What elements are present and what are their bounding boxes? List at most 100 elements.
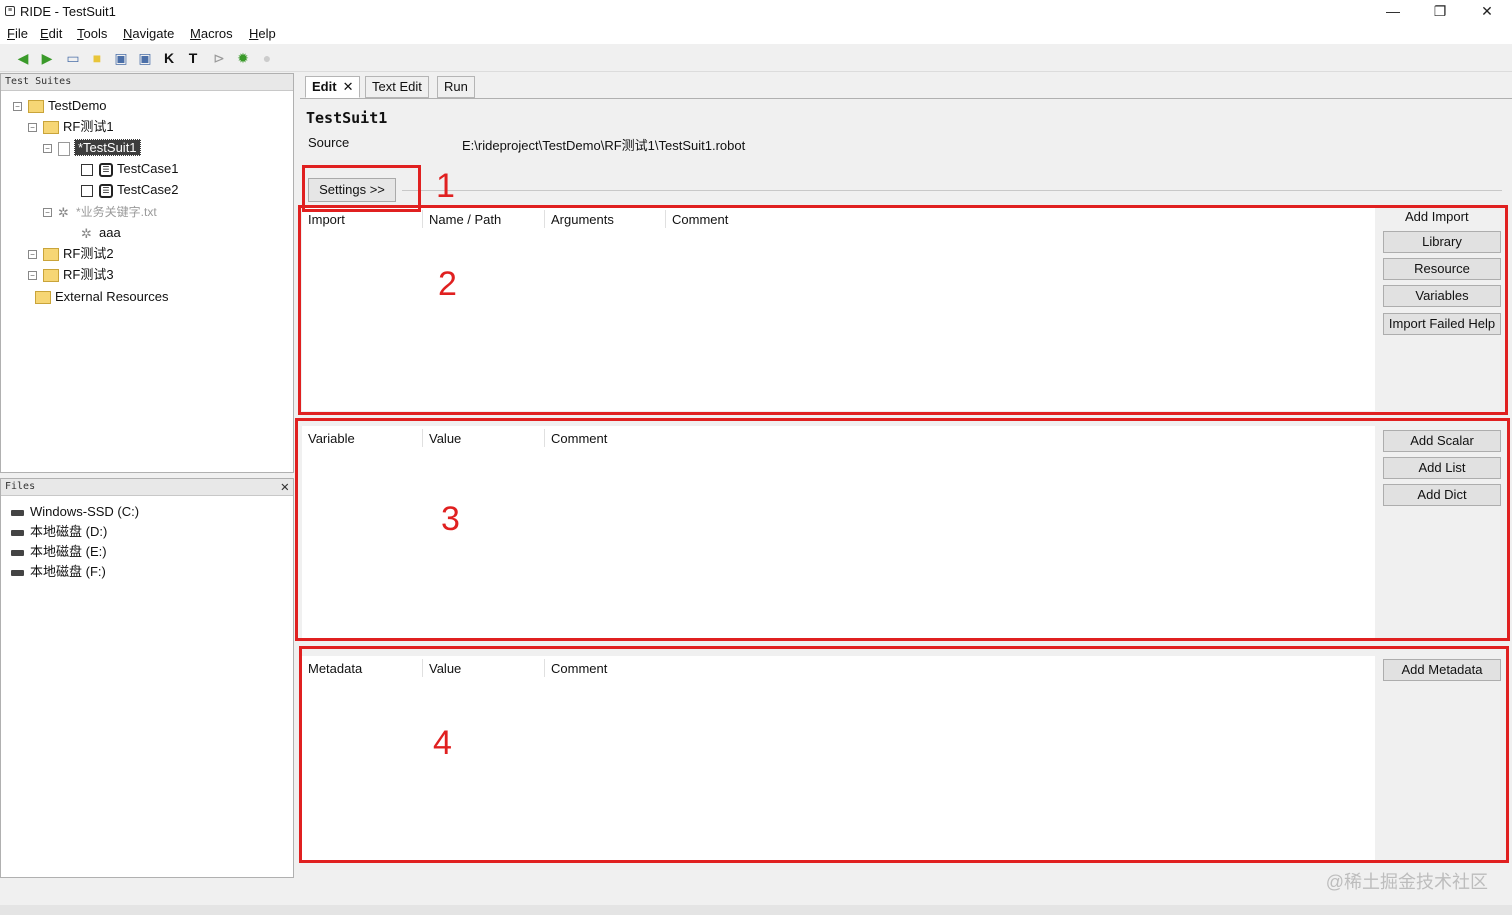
folder-icon (43, 269, 59, 283)
drive-label: 本地磁盘 (E:) (30, 544, 107, 559)
collapse-icon[interactable]: − (13, 102, 22, 112)
test-suites-header: Test Suites (1, 74, 293, 91)
drive-c[interactable]: Windows-SSD (C:) (11, 502, 139, 522)
testcase-icon: ☰ (99, 183, 113, 198)
tree-item-label: RF测试2 (63, 246, 114, 261)
suite-title: TestSuit1 (306, 109, 388, 127)
collapse-icon[interactable]: − (43, 208, 52, 218)
tree-item-label: External Resources (55, 289, 169, 304)
menu-help[interactable]: Help (249, 26, 276, 41)
drive-label: 本地磁盘 (F:) (30, 564, 106, 579)
checkbox[interactable] (81, 184, 93, 197)
tree-item-label: *业务关键字.txt (76, 205, 157, 219)
drive-icon (11, 549, 24, 556)
stop-icon[interactable]: ● (258, 49, 276, 67)
files-pane: Files ✕ Windows-SSD (C:) 本地磁盘 (D:) 本地磁盘 (… (0, 478, 294, 878)
drive-label: Windows-SSD (C:) (30, 504, 140, 519)
menu-edit[interactable]: Edit (40, 26, 62, 41)
tree-item-rf3[interactable]: − RF测试3 (28, 265, 114, 285)
open-folder-icon[interactable]: ▭ (64, 49, 82, 67)
source-label: Source (308, 135, 350, 150)
files-header: Files ✕ (1, 479, 293, 496)
annotation-box-2 (298, 205, 1508, 415)
tree-item-label: TestCase2 (117, 182, 179, 197)
minimize-icon[interactable]: — (1370, 0, 1416, 24)
drive-f[interactable]: 本地磁盘 (F:) (11, 562, 106, 582)
files-title: Files (5, 481, 36, 492)
test-search-icon[interactable]: T (184, 49, 202, 67)
tab-label: Run (444, 79, 468, 94)
collapse-icon[interactable]: − (43, 144, 52, 154)
collapse-icon[interactable]: − (28, 271, 37, 281)
close-icon[interactable]: ✕ (1464, 0, 1510, 24)
back-arrow-icon[interactable]: ◀ (14, 49, 32, 67)
close-tab-icon[interactable]: ✕ (343, 79, 354, 94)
settings-gear-icon[interactable]: ✹ (234, 49, 252, 67)
annotation-number-3: 3 (441, 500, 460, 538)
run-icon[interactable]: ⊳ (210, 49, 228, 67)
tree-item-label: TestDemo (48, 98, 107, 113)
tab-run[interactable]: Run (437, 76, 475, 98)
test-suites-pane: Test Suites − TestDemo − RF测试1 − *TestSuit1… (0, 73, 294, 473)
save-icon[interactable]: ▣ (112, 49, 130, 67)
menu-tools[interactable]: Tools (77, 26, 107, 41)
keyword-search-icon[interactable]: K (160, 49, 178, 67)
close-pane-icon[interactable]: ✕ (281, 479, 289, 495)
annotation-box-3 (295, 418, 1510, 641)
menu-navigate[interactable]: Navigate (123, 26, 174, 41)
tree-item-label: RF测试1 (63, 119, 114, 134)
collapse-icon[interactable]: − (28, 250, 37, 260)
folder-icon (43, 121, 59, 135)
keyword-gear-icon: ✲ (81, 225, 92, 241)
drive-icon (11, 509, 24, 516)
tree-item-testcase2[interactable]: ☰ TestCase2 (81, 180, 178, 200)
restore-icon[interactable]: ❐ (1417, 0, 1463, 24)
testcase-icon: ☰ (99, 162, 113, 177)
tree-item-resource-file[interactable]: − ✲ *业务关键字.txt (43, 202, 157, 222)
tab-text-edit[interactable]: Text Edit (365, 76, 429, 98)
file-icon (58, 141, 70, 156)
ride-app-icon: ≡ (5, 6, 15, 16)
tab-edit[interactable]: Edit ✕ (305, 76, 361, 98)
annotation-number-2: 2 (438, 265, 457, 303)
tree-item-label: *TestSuit1 (74, 139, 141, 156)
tree-item-keyword-aaa[interactable]: ✲ aaa (81, 223, 121, 243)
tree-item-label: TestCase1 (117, 161, 179, 176)
new-folder-icon[interactable]: ■ (88, 49, 106, 67)
tree-item-label: aaa (99, 225, 121, 240)
taskbar-strip (0, 905, 1512, 915)
tree-item-label: RF测试3 (63, 267, 114, 282)
divider (402, 190, 1502, 191)
tree-item-testdemo[interactable]: − TestDemo (13, 96, 107, 116)
window-title: RIDE - TestSuit1 (20, 4, 116, 19)
annotation-number-4: 4 (433, 724, 452, 762)
tab-label: Text Edit (372, 79, 422, 94)
menu-macros[interactable]: Macros (190, 26, 233, 41)
tree-item-testsuit1[interactable]: − *TestSuit1 (43, 138, 141, 158)
tree-item-testcase1[interactable]: ☰ TestCase1 (81, 159, 178, 179)
drive-label: 本地磁盘 (D:) (30, 524, 108, 539)
drive-icon (11, 569, 24, 576)
folder-icon (43, 248, 59, 262)
tree-item-rf1[interactable]: − RF测试1 (28, 117, 114, 137)
menu-bar: File Edit Tools Navigate Macros Help (0, 24, 1512, 44)
collapse-icon[interactable]: − (28, 123, 37, 133)
tree-item-rf2[interactable]: − RF测试2 (28, 244, 114, 264)
toolbar: ◀ ▶ ▭ ■ ▣ ▣ K T ⊳ ✹ ● (0, 44, 1512, 72)
checkbox[interactable] (81, 163, 93, 176)
source-path: E:\rideproject\TestDemo\RF测试1\TestSuit1.… (462, 138, 746, 153)
annotation-number-1: 1 (436, 167, 455, 205)
drive-e[interactable]: 本地磁盘 (E:) (11, 542, 107, 562)
folder-icon (28, 100, 44, 114)
folder-icon (35, 291, 51, 305)
annotation-box-4 (299, 646, 1509, 863)
resource-file-icon: ✲ (58, 204, 69, 220)
tab-label: Edit (312, 79, 337, 94)
forward-arrow-icon[interactable]: ▶ (38, 49, 56, 67)
drive-icon (11, 529, 24, 536)
menu-file[interactable]: File (7, 26, 28, 41)
tree-item-external-resources[interactable]: External Resources (35, 287, 168, 307)
drive-d[interactable]: 本地磁盘 (D:) (11, 522, 107, 542)
save-all-icon[interactable]: ▣ (136, 49, 154, 67)
watermark: @稀土掘金技术社区 (1325, 872, 1488, 892)
